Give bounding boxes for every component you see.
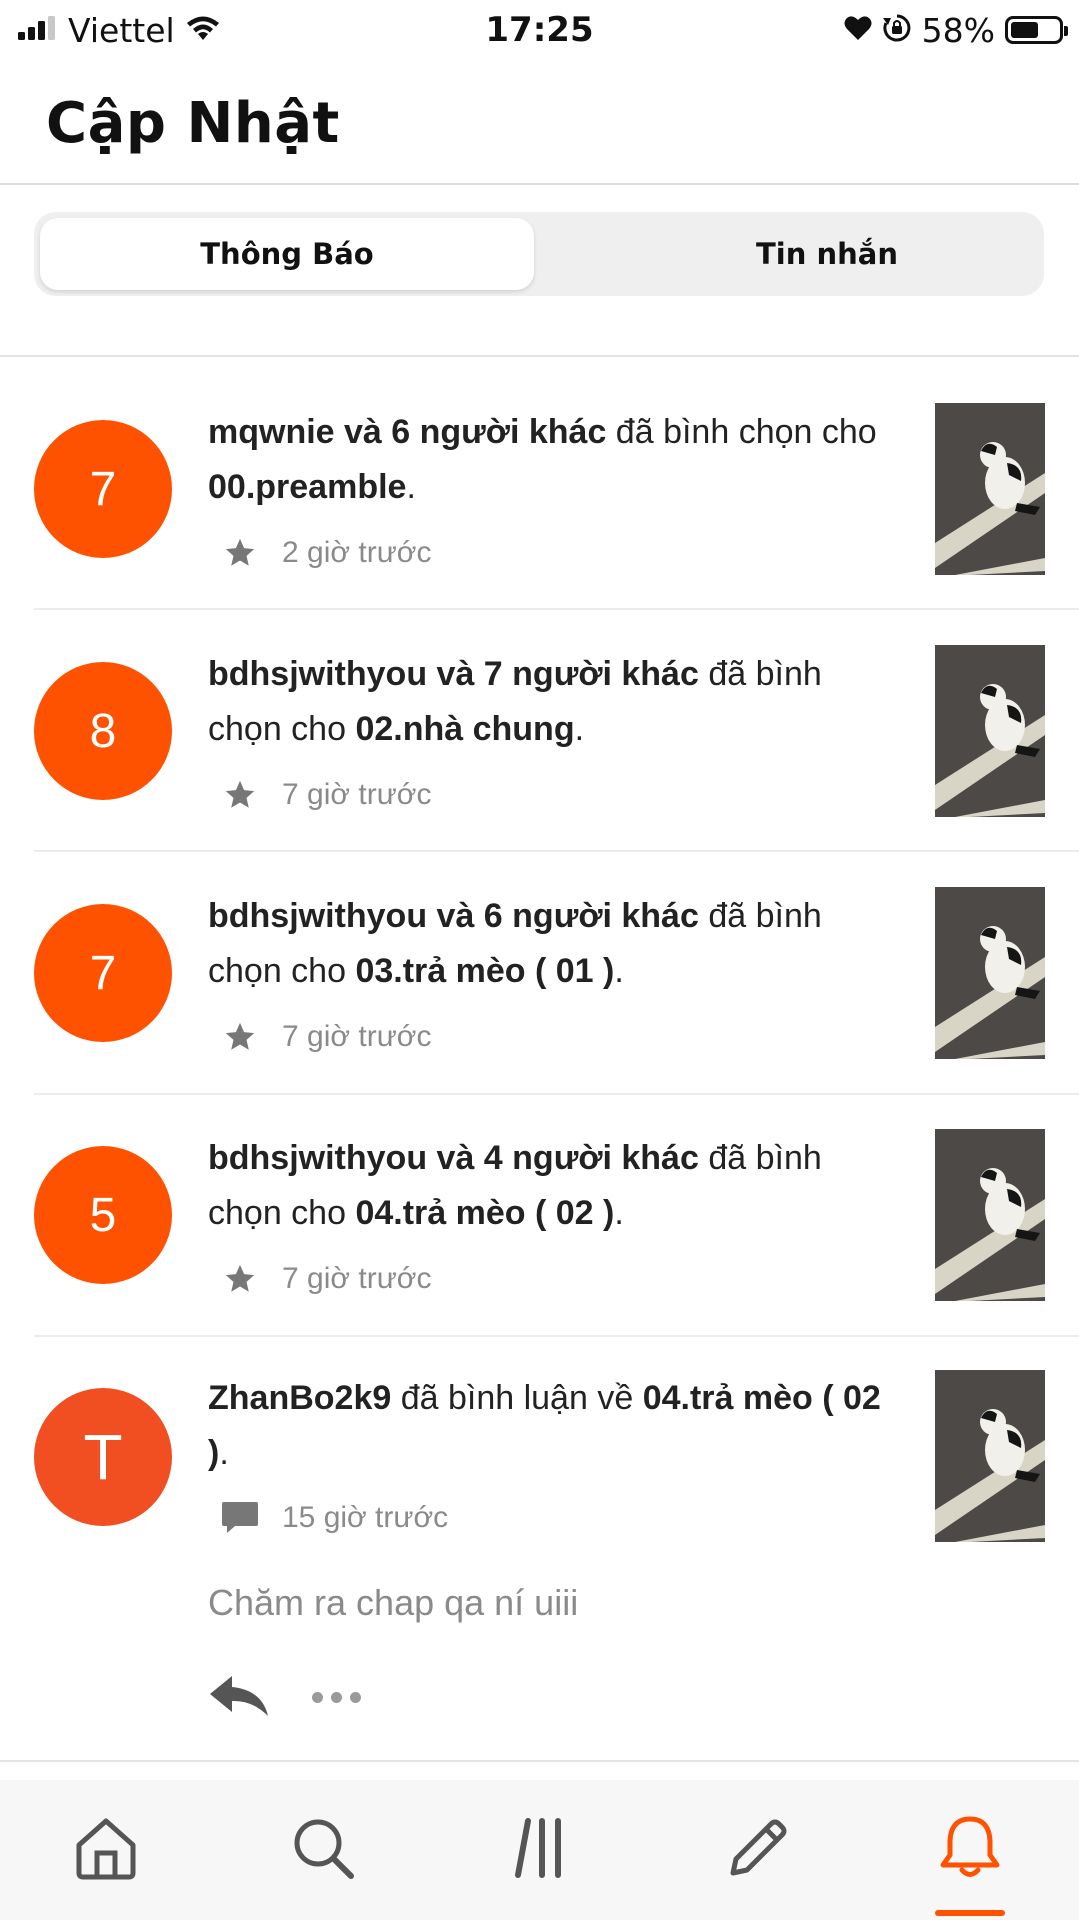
row-divider xyxy=(34,1335,1079,1337)
row-divider xyxy=(34,850,1079,852)
avatar[interactable]: 5 xyxy=(34,1146,172,1284)
notification-item[interactable]: 5 bdhsjwithyou và 4 người khác đã bình c… xyxy=(0,1126,1079,1334)
notification-text: bdhsjwithyou và 6 người khác đã bình chọ… xyxy=(208,889,888,999)
status-bar: Viettel 17:25 58% xyxy=(0,0,1079,62)
reply-icon xyxy=(210,1676,268,1716)
library-icon xyxy=(515,1818,561,1878)
notification-target[interactable]: 04.trả mèo ( 02 ) xyxy=(355,1194,614,1232)
more-dot-icon xyxy=(312,1691,323,1703)
notification-meta: 7 giờ trước xyxy=(220,775,431,815)
notification-actor[interactable]: mqwnie và 6 người khác xyxy=(208,413,606,451)
notification-suffix: . xyxy=(406,468,416,506)
notification-suffix: . xyxy=(574,710,585,748)
notification-action: đã bình luận về xyxy=(391,1379,643,1417)
avatar[interactable]: 7 xyxy=(34,904,172,1042)
notification-meta: 7 giờ trước xyxy=(220,1017,431,1057)
notification-time: 2 giờ trước xyxy=(282,536,432,569)
notification-item[interactable]: 7 bdhsjwithyou và 6 người khác đã bình c… xyxy=(0,884,1079,1092)
notification-meta: 15 giờ trước xyxy=(220,1498,448,1538)
tab-messages[interactable]: Tin nhắn xyxy=(574,218,1079,290)
avatar[interactable]: 8 xyxy=(34,662,172,800)
write-icon xyxy=(730,1819,787,1876)
row-divider xyxy=(34,608,1079,610)
notification-time: 7 giờ trước xyxy=(282,778,432,811)
notification-item[interactable]: 8 bdhsjwithyou và 7 người khác đã bình c… xyxy=(0,642,1079,850)
tab-notifications[interactable]: Thông Báo xyxy=(40,218,534,290)
search-icon xyxy=(294,1819,354,1879)
notification-meta: 7 giờ trước xyxy=(220,1259,431,1299)
notifications-bell-icon xyxy=(940,1816,1000,1877)
notification-time: 7 giờ trước xyxy=(282,1020,432,1053)
comment-icon xyxy=(220,1498,260,1538)
notification-action: đã bình chọn cho xyxy=(606,413,877,451)
star-icon xyxy=(220,1259,260,1299)
story-thumbnail[interactable] xyxy=(935,1129,1045,1301)
nav-search[interactable] xyxy=(275,1800,371,1896)
reply-button[interactable] xyxy=(208,1672,270,1722)
nav-home[interactable] xyxy=(58,1800,154,1896)
more-dot-icon xyxy=(350,1691,361,1703)
bottom-nav-divider xyxy=(0,1760,1079,1762)
battery-percentage: 58% xyxy=(921,10,995,50)
notification-meta: 2 giờ trước xyxy=(220,533,431,573)
notification-actor[interactable]: bdhsjwithyou và 6 người khác xyxy=(208,897,699,935)
notification-suffix: . xyxy=(614,952,624,990)
notification-suffix: . xyxy=(614,1194,624,1232)
battery-nub xyxy=(1064,26,1068,36)
rotation-lock-icon xyxy=(882,13,912,47)
notification-actor[interactable]: bdhsjwithyou và 4 người khác xyxy=(208,1139,699,1177)
comment-text: Chăm ra chap qa ní uiii xyxy=(208,1582,579,1623)
notification-time: 15 giờ trước xyxy=(282,1501,449,1534)
active-tab-indicator xyxy=(935,1910,1005,1916)
star-icon xyxy=(220,533,260,573)
section-divider xyxy=(0,355,1079,357)
status-bar-right: 58% xyxy=(844,8,1068,52)
notification-suffix: . xyxy=(219,1434,229,1472)
notification-target[interactable]: 00.preamble xyxy=(208,468,406,506)
notification-time: 7 giờ trước xyxy=(282,1262,432,1295)
nav-notifications[interactable] xyxy=(922,1800,1018,1896)
avatar[interactable]: 7 xyxy=(34,420,172,558)
story-thumbnail[interactable] xyxy=(935,887,1045,1059)
notification-item[interactable]: 7 mqwnie và 6 người khác đã bình chọn ch… xyxy=(0,400,1079,608)
heart-icon xyxy=(844,15,872,45)
notification-actor[interactable]: ZhanBo2k9 xyxy=(208,1379,391,1417)
more-dot-icon xyxy=(331,1691,342,1703)
notification-target[interactable]: 02.nhà chung xyxy=(355,710,574,748)
header-divider xyxy=(0,183,1079,185)
page-title: Cập Nhật xyxy=(46,91,340,156)
notification-target[interactable]: 03.trả mèo ( 01 ) xyxy=(355,952,614,990)
battery-icon xyxy=(1005,16,1068,44)
tab-switcher: Thông Báo Tin nhắn xyxy=(34,212,1044,296)
notification-item[interactable]: T ZhanBo2k9 đã bình luận về 04.trả mèo (… xyxy=(0,1368,1079,1748)
home-icon xyxy=(76,1818,136,1880)
more-options-button[interactable] xyxy=(312,1680,372,1714)
star-icon xyxy=(220,1017,260,1057)
notification-text: ZhanBo2k9 đã bình luận về 04.trả mèo ( 0… xyxy=(208,1371,888,1481)
star-icon xyxy=(220,775,260,815)
nav-library[interactable] xyxy=(493,1800,589,1896)
notification-text: bdhsjwithyou và 7 người khác đã bình chọ… xyxy=(208,647,888,757)
row-divider xyxy=(34,1093,1079,1095)
story-thumbnail[interactable] xyxy=(935,645,1045,817)
notification-text: mqwnie và 6 người khác đã bình chọn cho … xyxy=(208,405,888,515)
notification-text: bdhsjwithyou và 4 người khác đã bình chọ… xyxy=(208,1131,888,1241)
battery-fill xyxy=(1011,22,1038,38)
story-thumbnail[interactable] xyxy=(935,1370,1045,1542)
nav-write[interactable] xyxy=(710,1800,806,1896)
bottom-nav xyxy=(0,1780,1079,1920)
avatar[interactable]: T xyxy=(34,1388,172,1526)
story-thumbnail[interactable] xyxy=(935,403,1045,575)
notification-actor[interactable]: bdhsjwithyou và 7 người khác xyxy=(208,655,699,693)
